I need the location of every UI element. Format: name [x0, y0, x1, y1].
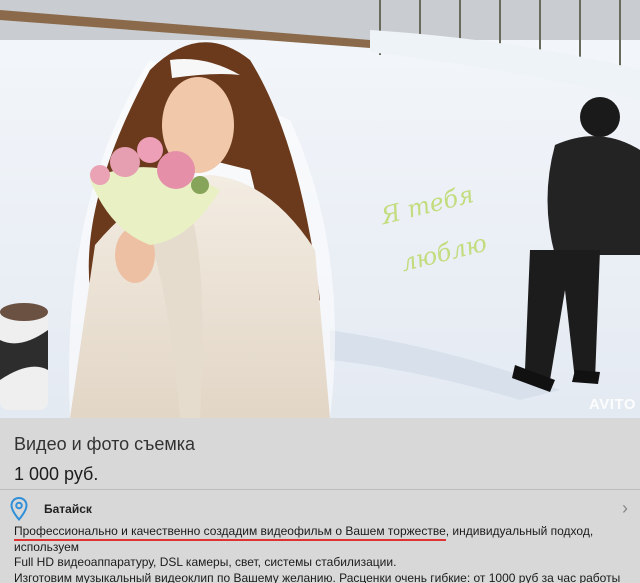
map-pin-icon: [10, 496, 28, 526]
avito-watermark: AVITO: [589, 396, 636, 413]
photo-scene: [0, 0, 640, 418]
description-line-3: Изготовим музыкальный видеоклип по Вашем…: [14, 570, 621, 583]
description-highlight: Профессионально и качественно создадим в…: [14, 524, 446, 541]
location-city: Батайск: [44, 502, 92, 516]
location-row[interactable]: Батайск ›: [0, 496, 640, 522]
description-line-1: Профессионально и качественно создадим в…: [14, 524, 634, 555]
listing-photo[interactable]: Я тебя люблю AVITO: [0, 0, 640, 418]
chevron-right-icon[interactable]: ›: [622, 498, 628, 519]
listing-description: Профессионально и качественно создадим в…: [14, 524, 634, 583]
listing-info-panel: Видео и фото съемка 1 000 руб. Батайск ›…: [0, 418, 640, 583]
divider: [0, 489, 640, 490]
listing-title: Видео и фото съемка: [14, 434, 196, 454]
description-line-2: Full HD видеоаппаратуру, DSL камеры, све…: [14, 555, 397, 569]
listing-price: 1 000 руб.: [14, 464, 99, 484]
